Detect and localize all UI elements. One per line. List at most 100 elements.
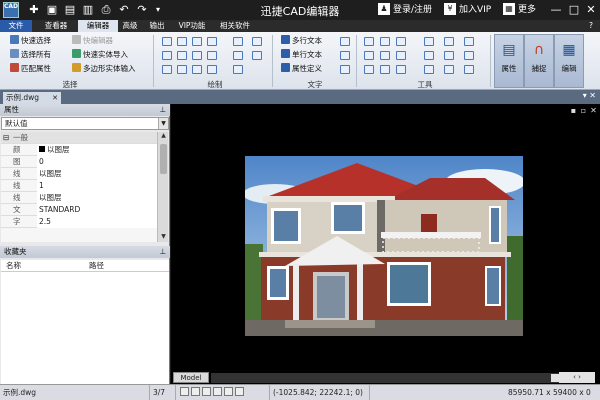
more-button[interactable]: ▦ 更多 xyxy=(503,3,536,17)
document-tab[interactable]: 示例.dwg ✕ xyxy=(3,92,61,104)
chamfer-icon[interactable] xyxy=(444,51,454,60)
stretch-icon[interactable] xyxy=(396,65,406,74)
lineweight-toggle-icon[interactable] xyxy=(235,387,244,396)
column-name[interactable]: 名称 xyxy=(6,260,21,272)
vip-button[interactable]: ¥ 加入VIP xyxy=(444,3,491,17)
column-path[interactable]: 路径 xyxy=(89,260,104,272)
grid-toggle-icon[interactable] xyxy=(191,387,200,396)
text-style-icon[interactable] xyxy=(340,37,350,46)
tab-related[interactable]: 相关软件 xyxy=(214,20,256,32)
mtext-button[interactable]: 多行文本 xyxy=(281,35,322,46)
save-icon[interactable]: ▤ xyxy=(63,3,77,17)
ellipse-icon[interactable] xyxy=(192,51,202,60)
table-icon[interactable] xyxy=(233,65,243,74)
donut-icon[interactable] xyxy=(177,65,187,74)
property-row[interactable]: 图0 xyxy=(1,156,157,168)
spline-icon[interactable] xyxy=(207,37,217,46)
help-icon[interactable]: ? xyxy=(584,20,598,32)
copy-icon[interactable] xyxy=(380,37,390,46)
tab-menu-icon[interactable]: ▾ ✕ xyxy=(583,91,596,100)
chevron-down-icon[interactable]: ▼ xyxy=(158,118,168,129)
erase-icon[interactable] xyxy=(444,65,454,74)
arc-icon[interactable] xyxy=(162,51,172,60)
trim-icon[interactable] xyxy=(380,51,390,60)
mirror-icon[interactable] xyxy=(444,37,454,46)
scroll-up-icon[interactable]: ▲ xyxy=(158,132,169,141)
fillet-icon[interactable] xyxy=(424,51,434,60)
close-icon[interactable]: ✕ xyxy=(583,2,599,18)
horizontal-scrollbar[interactable] xyxy=(211,373,591,383)
tab-viewer[interactable]: 查看器 xyxy=(36,20,76,32)
wipeout-icon[interactable] xyxy=(207,65,217,74)
model-tab[interactable]: Model xyxy=(173,372,209,383)
drawing-viewport[interactable]: ▪ ▫ ✕ Model ‹ › xyxy=(171,104,600,384)
properties-button[interactable]: ▤ 属性 xyxy=(494,34,524,88)
collapse-icon[interactable]: ⊟ xyxy=(3,132,9,144)
attdef-button[interactable]: 属性定义 xyxy=(281,63,322,74)
move-icon[interactable] xyxy=(364,37,374,46)
property-row[interactable]: 字 2.5 xyxy=(1,216,157,228)
polygon-input-button[interactable]: 多边形实体输入 xyxy=(72,63,136,74)
print-icon[interactable]: ⎙ xyxy=(99,3,113,17)
open-icon[interactable]: ▣ xyxy=(45,3,59,17)
rectangle-icon[interactable] xyxy=(192,37,202,46)
minimize-icon[interactable]: — xyxy=(548,2,564,18)
new-icon[interactable]: ✚ xyxy=(27,3,41,17)
ray-icon[interactable] xyxy=(162,65,172,74)
dropdown-icon[interactable]: ▾ xyxy=(151,3,165,17)
scroll-thumb[interactable] xyxy=(160,144,167,174)
properties-combo[interactable]: 默认值 ▼ xyxy=(1,117,169,130)
quick-select-button[interactable]: 快速选择 xyxy=(10,35,51,46)
solid-icon[interactable] xyxy=(192,65,202,74)
redo-icon[interactable]: ↷ xyxy=(135,3,149,17)
text-button[interactable]: 单行文本 xyxy=(281,49,322,60)
find-text-icon[interactable] xyxy=(340,51,350,60)
ortho-toggle-icon[interactable] xyxy=(202,387,211,396)
rotate-icon[interactable] xyxy=(396,37,406,46)
match-props-button[interactable]: 匹配属性 xyxy=(10,63,51,74)
entity-import-button[interactable]: 快速实体导入 xyxy=(72,49,128,60)
select-all-button[interactable]: 选择所有 xyxy=(10,49,51,60)
scale-icon[interactable] xyxy=(424,37,434,46)
osnap-toggle-icon[interactable] xyxy=(224,387,233,396)
tab-output[interactable]: 输出 xyxy=(145,20,169,32)
block-insert-icon[interactable] xyxy=(233,51,243,60)
tab-advanced[interactable]: 高级 xyxy=(118,20,142,32)
undo-icon[interactable]: ↶ xyxy=(117,3,131,17)
hatch-icon[interactable] xyxy=(233,37,243,46)
scroll-down-icon[interactable]: ▼ xyxy=(158,233,169,242)
break-icon[interactable] xyxy=(364,65,374,74)
tab-editor[interactable]: 编辑器 xyxy=(78,20,118,32)
tab-file[interactable]: 文件 xyxy=(0,20,32,32)
section-row[interactable]: ⊟ 一般 xyxy=(1,132,157,144)
region-icon[interactable] xyxy=(252,37,262,46)
join-icon[interactable] xyxy=(380,65,390,74)
circle-icon[interactable] xyxy=(177,51,187,60)
block-editor-button[interactable]: 快编辑器 xyxy=(72,35,113,46)
viewport-menu-icon[interactable]: ▪ xyxy=(569,106,578,115)
polyline-icon[interactable] xyxy=(177,37,187,46)
line-icon[interactable] xyxy=(162,37,172,46)
pin-icon[interactable]: ⊥ xyxy=(159,246,166,258)
purge-icon[interactable] xyxy=(464,65,474,74)
property-row[interactable]: 颜 以图层 xyxy=(1,144,157,156)
login-button[interactable]: ♟ 登录/注册 xyxy=(378,3,432,17)
property-row[interactable]: 文 STANDARD xyxy=(1,204,157,216)
image-icon[interactable] xyxy=(252,51,262,60)
snap-toggle-icon[interactable] xyxy=(180,387,189,396)
polar-toggle-icon[interactable] xyxy=(213,387,222,396)
pin-icon[interactable]: ⊥ xyxy=(159,104,166,116)
save-as-icon[interactable]: ▥ xyxy=(81,3,95,17)
maximize-icon[interactable]: □ xyxy=(566,2,582,18)
property-row[interactable]: 线 以图层 xyxy=(1,192,157,204)
offset-icon[interactable] xyxy=(364,51,374,60)
spell-icon[interactable] xyxy=(340,65,350,74)
close-tab-icon[interactable]: ✕ xyxy=(52,92,58,104)
property-row[interactable]: 线 以图层 xyxy=(1,168,157,180)
app-logo[interactable]: CAD xyxy=(3,2,19,18)
array-icon[interactable] xyxy=(464,37,474,46)
snap-button[interactable]: ∩ 捕捉 xyxy=(524,34,554,88)
edit-button[interactable]: ▦ 编辑 xyxy=(554,34,584,88)
viewport-close-icon[interactable]: ✕ xyxy=(589,106,598,115)
lengthen-icon[interactable] xyxy=(424,65,434,74)
